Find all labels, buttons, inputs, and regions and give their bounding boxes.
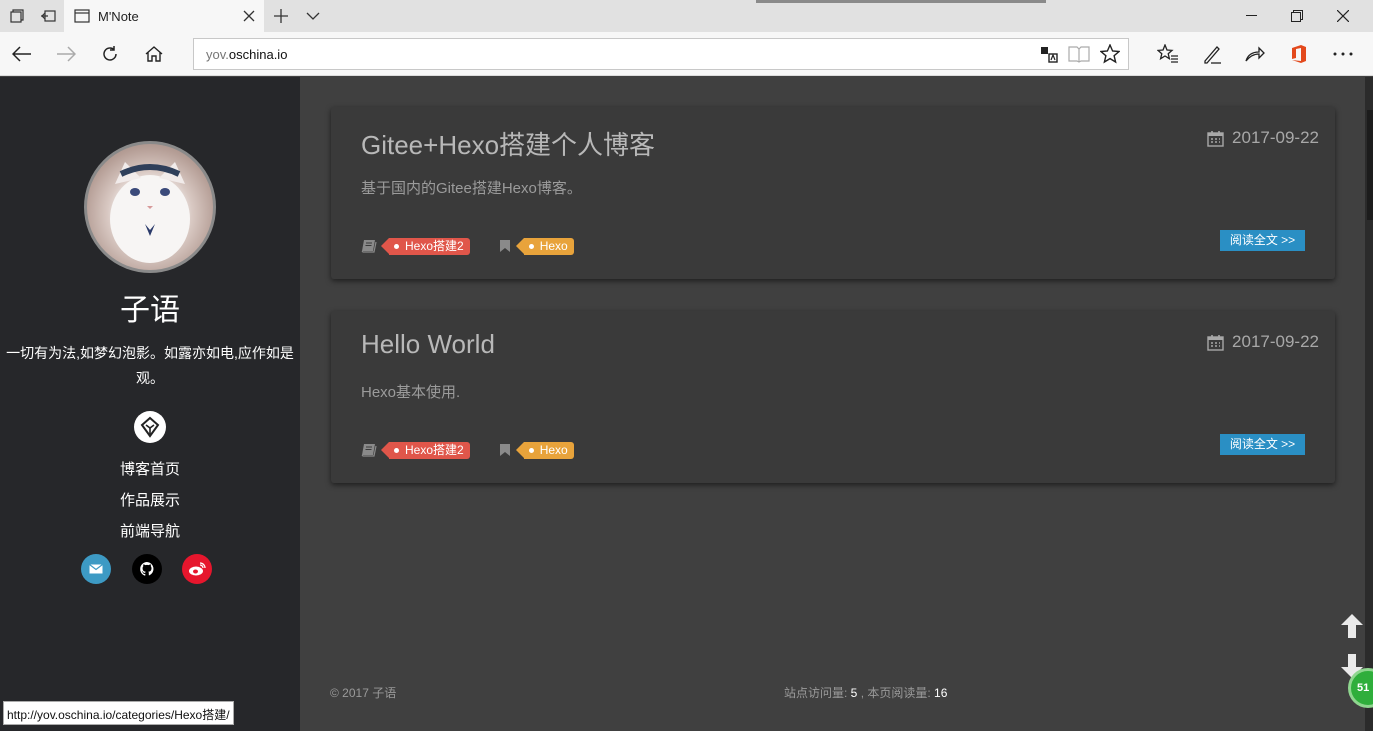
post-title[interactable]: Hello World — [361, 329, 495, 360]
chevron-down-icon — [306, 12, 320, 20]
tab-list-icon — [10, 9, 24, 23]
post-date-text: 2017-09-22 — [1232, 332, 1319, 351]
reading-view-icon[interactable] — [1068, 45, 1090, 63]
more-button[interactable] — [1321, 32, 1365, 76]
diamond-logo-icon — [140, 416, 160, 438]
avatar[interactable] — [84, 141, 216, 273]
site-name: 子语 — [120, 293, 180, 328]
favorite-star-icon[interactable] — [1100, 44, 1120, 64]
more-dots-icon — [1333, 52, 1353, 56]
tab-bar: M'Note — [0, 0, 1373, 32]
post-excerpt: 基于国内的Gitee搭建Hexo博客。 — [361, 180, 582, 197]
close-window-icon — [1337, 10, 1349, 22]
site-visits-label: 站点访问量: — [784, 686, 851, 700]
mail-button[interactable] — [81, 554, 111, 584]
category-tag[interactable]: Hexo搭建2 — [381, 441, 470, 459]
book-icon — [361, 240, 377, 253]
office-icon — [1292, 45, 1306, 63]
translate-icon[interactable] — [1040, 45, 1058, 63]
arrow-left-icon — [12, 46, 31, 62]
office-button[interactable] — [1277, 32, 1321, 76]
share-icon — [1245, 46, 1265, 62]
bookmark-icon — [499, 240, 510, 252]
back-button[interactable] — [0, 32, 44, 76]
share-button[interactable] — [1233, 32, 1277, 76]
post-tag[interactable]: Hexo — [515, 237, 574, 255]
post-date-text: 2017-09-22 — [1232, 128, 1319, 147]
weibo-button[interactable] — [182, 554, 212, 584]
address-toolbar: yov. oschina.io — [0, 32, 1373, 76]
post-title[interactable]: Gitee+Hexo搭建个人博客 — [361, 125, 655, 162]
weibo-icon — [189, 562, 206, 576]
github-button[interactable] — [132, 554, 162, 584]
url-domain: oschina.io — [228, 46, 288, 62]
tab-title: M'Note — [98, 8, 139, 24]
post-meta: Hexo搭建2 Hexo — [361, 441, 574, 459]
book-icon — [361, 444, 377, 457]
new-tab-button[interactable] — [268, 0, 294, 32]
menu-blog-home[interactable]: 博客首页 — [0, 458, 300, 479]
home-button[interactable] — [132, 32, 176, 76]
sidebar: 子语 一切有为法,如梦幻泡影。如露亦如电,应作如是观。 博客首页 作品展示 前端… — [0, 77, 300, 731]
web-note-button[interactable] — [1190, 32, 1234, 76]
scroll-top-icon[interactable] — [1338, 612, 1366, 640]
home-icon — [145, 46, 163, 62]
favorites-hub-button[interactable] — [1146, 32, 1190, 76]
status-bar-url: http://yov.oschina.io/categories/Hexo搭建/ — [3, 701, 234, 725]
menu-frontend-nav[interactable]: 前端导航 — [0, 520, 300, 541]
page-views-label: , 本页阅读量: — [857, 686, 935, 700]
tab-list-button[interactable] — [4, 0, 30, 32]
page-views-count: 16 — [934, 686, 948, 700]
main-content: Gitee+Hexo搭建个人博客 2017-09-22 基于国内的Gitee搭建… — [300, 77, 1365, 731]
set-aside-icon — [41, 10, 56, 22]
mail-icon — [89, 564, 103, 574]
footer-stats: 站点访问量: 5 , 本页阅读量: 16 — [784, 684, 947, 701]
calendar-icon — [1207, 130, 1224, 147]
post-meta: Hexo搭建2 Hexo — [361, 237, 574, 255]
minimize-button[interactable] — [1228, 0, 1274, 32]
bookmark-icon — [499, 444, 510, 456]
restore-icon — [1291, 10, 1303, 22]
tab-close-button[interactable] — [234, 0, 264, 32]
calendar-icon — [1207, 334, 1224, 351]
favorites-list-icon — [1157, 44, 1178, 63]
post-date: 2017-09-22 — [1207, 128, 1319, 148]
read-more-button[interactable]: 阅读全文 >> — [1220, 230, 1305, 251]
close-window-button[interactable] — [1320, 0, 1366, 32]
footer-copyright: © 2017 子语 — [330, 686, 397, 700]
tab-mnote[interactable]: M'Note — [64, 0, 264, 32]
window-overlay-strip — [756, 0, 1046, 3]
url-prefix: yov. — [206, 46, 229, 62]
pen-icon — [1204, 46, 1221, 64]
page-scrollbar-thumb[interactable] — [1367, 110, 1373, 220]
site-logo[interactable] — [134, 411, 166, 443]
read-more-button[interactable]: 阅读全文 >> — [1220, 434, 1305, 455]
arrow-right-icon — [57, 46, 76, 62]
restore-button[interactable] — [1274, 0, 1320, 32]
url-actions — [1040, 39, 1120, 69]
page-icon — [74, 9, 90, 23]
minimize-icon — [1245, 15, 1257, 16]
post-card: Gitee+Hexo搭建个人博客 2017-09-22 基于国内的Gitee搭建… — [331, 107, 1335, 279]
post-excerpt: Hexo基本使用. — [361, 384, 461, 401]
refresh-button[interactable] — [88, 32, 132, 76]
post-date: 2017-09-22 — [1207, 332, 1319, 352]
set-aside-tabs-button[interactable] — [34, 0, 62, 32]
github-icon — [140, 562, 154, 576]
tab-preview-button[interactable] — [300, 0, 326, 32]
motto: 一切有为法,如梦幻泡影。如露亦如电,应作如是观。 — [6, 345, 294, 386]
url-input[interactable]: yov. oschina.io — [193, 38, 1129, 70]
post-tag[interactable]: Hexo — [515, 441, 574, 459]
plus-icon — [274, 9, 288, 23]
menu-works[interactable]: 作品展示 — [0, 489, 300, 510]
refresh-icon — [103, 46, 117, 61]
close-icon — [243, 10, 255, 22]
forward-button[interactable] — [44, 32, 88, 76]
category-tag[interactable]: Hexo搭建2 — [381, 237, 470, 255]
post-card: Hello World 2017-09-22 Hexo基本使用. Hexo搭建2… — [331, 311, 1335, 483]
cat-avatar-image — [110, 162, 190, 263]
